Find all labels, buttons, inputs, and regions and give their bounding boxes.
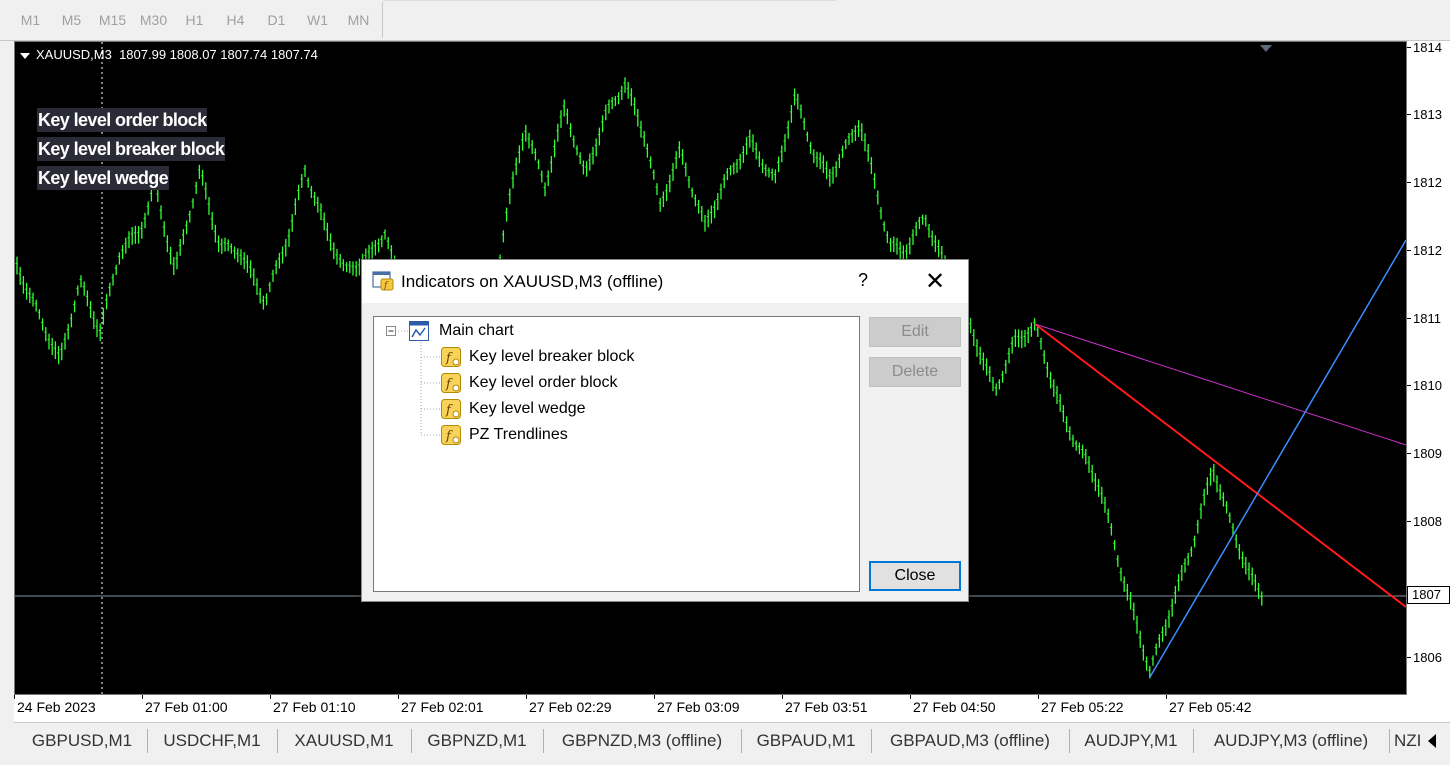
timeframe-mn-button[interactable]: MN <box>338 5 379 35</box>
chart-tab-bar: GBPUSD,M1 USDCHF,M1 XAUUSD,M1 GBPNZD,M1 … <box>14 722 1450 765</box>
price-tick: 1813 <box>1407 107 1442 122</box>
timeframe-m15-button[interactable]: M15 <box>92 5 133 35</box>
time-axis[interactable]: 24 Feb 2023 27 Feb 01:00 27 Feb 01:10 27… <box>14 695 1450 722</box>
tab-usdchf-m1[interactable]: USDCHF,M1 <box>150 723 274 759</box>
price-tick: 1812 <box>1407 243 1442 258</box>
timeframe-m5-button[interactable]: M5 <box>51 5 92 35</box>
indicator-function-icon: f <box>441 425 461 445</box>
toolbar-divider <box>383 0 836 1</box>
price-tick: 1808 <box>1407 514 1442 529</box>
time-tick: 27 Feb 03:09 <box>654 695 740 715</box>
tab-separator <box>1389 729 1390 753</box>
tab-scroll-left-icon[interactable] <box>1428 734 1436 748</box>
tab-separator <box>411 729 412 753</box>
tab-nzd-truncated[interactable]: NZI <box>1394 723 1424 759</box>
time-tick: 27 Feb 03:51 <box>782 695 868 715</box>
timeframe-h1-button[interactable]: H1 <box>174 5 215 35</box>
main-chart-icon <box>409 321 429 341</box>
indicator-function-icon: f <box>441 399 461 419</box>
timeframe-group: M1 M5 M15 M30 H1 H4 D1 W1 MN <box>10 5 379 35</box>
time-tick: 27 Feb 04:50 <box>910 695 996 715</box>
symbol-quote-text: XAUUSD,M3 1807.99 1808.07 1807.74 1807.7… <box>36 47 318 62</box>
tab-separator <box>741 729 742 753</box>
collapse-minus-icon <box>386 326 396 336</box>
help-button[interactable]: ? <box>858 270 868 291</box>
indicator-function-icon: f <box>441 347 461 367</box>
indicator-tree[interactable]: Main chart f Key level breaker block f K… <box>373 316 860 592</box>
time-tick: 27 Feb 01:00 <box>142 695 228 715</box>
timeframe-m1-button[interactable]: M1 <box>10 5 51 35</box>
tree-item-indicator[interactable]: Key level breaker block <box>469 346 634 368</box>
period-marker-icon <box>1260 45 1272 52</box>
tab-xauusd-m1[interactable]: XAUUSD,M1 <box>280 723 408 759</box>
price-tick: 1809 <box>1407 446 1442 461</box>
tree-item-main-chart[interactable]: Main chart <box>439 320 514 342</box>
tab-gbpnzd-m1[interactable]: GBPNZD,M1 <box>414 723 540 759</box>
dialog-title-bar[interactable]: f Indicators on XAUUSD,M3 (offline) ? ✕ <box>362 260 968 303</box>
price-tick: 1810 <box>1407 378 1442 393</box>
tab-audjpy-m3-offline[interactable]: AUDJPY,M3 (offline) <box>1196 723 1386 759</box>
timeframe-w1-button[interactable]: W1 <box>297 5 338 35</box>
tab-separator <box>543 729 544 753</box>
time-tick: 24 Feb 2023 <box>14 695 96 715</box>
timeframe-h4-button[interactable]: H4 <box>215 5 256 35</box>
indicator-label-order-block: Key level order block <box>37 108 208 132</box>
tree-item-indicator[interactable]: PZ Trendlines <box>469 424 568 446</box>
toolbar-separator <box>382 2 383 38</box>
current-price-label: 1807 <box>1407 586 1450 604</box>
time-tick: 27 Feb 05:42 <box>1166 695 1252 715</box>
tab-separator <box>1069 729 1070 753</box>
tab-gbpusd-m1[interactable]: GBPUSD,M1 <box>20 723 144 759</box>
trendline-magenta <box>1034 323 1406 446</box>
tab-separator <box>147 729 148 753</box>
chart-symbol-header: XAUUSD,M3 1807.99 1808.07 1807.74 1807.7… <box>20 47 318 62</box>
trendline-blue <box>1149 239 1406 678</box>
time-tick: 27 Feb 02:29 <box>526 695 612 715</box>
timeframe-d1-button[interactable]: D1 <box>256 5 297 35</box>
tab-audjpy-m1[interactable]: AUDJPY,M1 <box>1072 723 1190 759</box>
indicator-function-icon: f <box>441 373 461 393</box>
price-tick: 1811 <box>1407 311 1441 326</box>
indicators-dialog: f Indicators on XAUUSD,M3 (offline) ? ✕ <box>361 259 969 602</box>
close-icon[interactable]: ✕ <box>920 267 950 296</box>
timeframe-m30-button[interactable]: M30 <box>133 5 174 35</box>
edit-button[interactable]: Edit <box>869 317 961 347</box>
price-tick: 1814 <box>1407 40 1442 55</box>
indicator-label-breaker-block: Key level breaker block <box>37 137 226 161</box>
left-edge-strip <box>0 41 14 722</box>
trendline-red <box>1034 323 1406 608</box>
tab-separator <box>277 729 278 753</box>
time-tick: 27 Feb 01:10 <box>270 695 356 715</box>
tab-separator <box>871 729 872 753</box>
tab-separator <box>1193 729 1194 753</box>
dialog-title: Indicators on XAUUSD,M3 (offline) <box>401 272 664 291</box>
close-button[interactable]: Close <box>869 561 961 591</box>
indicators-window-icon: f <box>372 271 394 291</box>
timeframe-toolbar: M1 M5 M15 M30 H1 H4 D1 W1 MN <box>0 0 1450 41</box>
time-tick: 27 Feb 05:22 <box>1038 695 1124 715</box>
tab-gbpaud-m3-offline[interactable]: GBPAUD,M3 (offline) <box>874 723 1066 759</box>
price-tick: 1812 <box>1407 175 1442 190</box>
delete-button[interactable]: Delete <box>869 357 961 387</box>
tree-item-indicator[interactable]: Key level wedge <box>469 398 586 420</box>
price-tick: 1806 <box>1407 650 1442 665</box>
time-tick: 27 Feb 02:01 <box>398 695 484 715</box>
tab-gbpnzd-m3-offline[interactable]: GBPNZD,M3 (offline) <box>546 723 738 759</box>
indicator-label-wedge: Key level wedge <box>37 166 170 190</box>
collapse-triangle-icon[interactable] <box>20 52 30 59</box>
tab-gbpaud-m1[interactable]: GBPAUD,M1 <box>744 723 868 759</box>
tree-item-indicator[interactable]: Key level order block <box>469 372 618 394</box>
